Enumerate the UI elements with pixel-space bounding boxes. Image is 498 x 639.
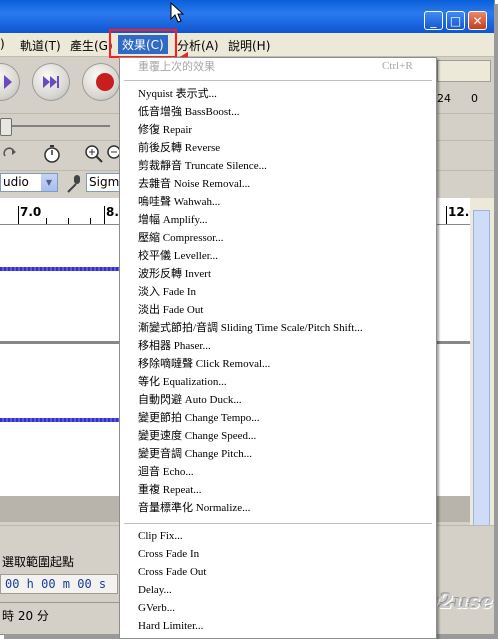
menu-item-repeat-last-effect: 重覆上次的效果 xyxy=(138,61,215,73)
menu-shortcut-repeat: Ctrl+R xyxy=(382,60,413,72)
title-bar: _ □ ✕ xyxy=(0,0,494,33)
menu-item-effect[interactable]: 校平儀 Leveller... xyxy=(138,249,218,263)
menu-item-effect[interactable]: 增幅 Amplify... xyxy=(138,213,208,227)
ruler-tick xyxy=(446,206,447,224)
mouse-cursor-icon xyxy=(170,2,184,23)
maximize-button[interactable]: □ xyxy=(446,11,465,30)
audio-host-value: udio xyxy=(3,175,29,189)
menu-item-effect[interactable]: Nyquist 表示式... xyxy=(138,87,217,101)
menu-item-effect[interactable]: GVerb... xyxy=(138,601,175,615)
menu-separator xyxy=(124,80,432,81)
effects-dropdown-menu: 重覆上次的效果 Ctrl+R Nyquist 表示式... 低音增強 BassBo… xyxy=(119,57,437,639)
menu-item-effect[interactable]: 波形反轉 Invert xyxy=(138,267,211,281)
timer-icon[interactable] xyxy=(42,144,62,164)
window-shadow-right xyxy=(494,4,498,636)
skip-end-icon xyxy=(43,76,59,88)
slider-thumb[interactable] xyxy=(0,118,12,136)
zoom-out-icon[interactable] xyxy=(106,144,120,164)
skip-end-button[interactable] xyxy=(32,63,70,101)
redo-icon[interactable] xyxy=(2,146,18,162)
selection-start-label: 選取範圍起點 xyxy=(2,555,75,569)
play-button[interactable] xyxy=(0,63,20,101)
record-icon xyxy=(96,73,114,91)
ruler-tick xyxy=(104,206,105,224)
menu-item-effect[interactable]: 低音增強 BassBoost... xyxy=(138,105,239,119)
record-button[interactable] xyxy=(82,63,120,101)
menu-item-effect[interactable]: 重複 Repeat... xyxy=(138,483,202,497)
menu-item-effect[interactable]: Cross Fade Out xyxy=(138,565,206,579)
minimize-button[interactable]: _ xyxy=(424,11,443,30)
zoom-in-icon[interactable] xyxy=(84,144,104,164)
waveform-right xyxy=(0,418,120,422)
slider-track xyxy=(0,125,110,127)
waveform-left xyxy=(0,267,120,271)
chevron-down-icon: ▼ xyxy=(41,174,57,191)
menu-item-effect[interactable]: 變更音調 Change Pitch... xyxy=(138,447,252,461)
menu-item-effect[interactable]: 淡出 Fade Out xyxy=(138,303,203,317)
selection-start-time[interactable]: 00 h 00 m 00 s xyxy=(0,574,118,594)
menu-item-effect[interactable]: 自動閃避 Auto Duck... xyxy=(138,393,242,407)
menu-bar: ) 軌道(T) 產生(G) 效果(C) 分析(A) 說明(H) xyxy=(0,33,494,57)
menu-help[interactable]: 說明(H) xyxy=(228,37,270,54)
menu-item-effect[interactable]: 壓縮 Compressor... xyxy=(138,231,224,245)
menu-item-effect[interactable]: Clip Fix... xyxy=(138,529,183,543)
menu-item-effect[interactable]: 音量標準化 Normalize... xyxy=(138,501,250,515)
play-icon xyxy=(4,75,12,89)
menu-item-effect[interactable]: 嗚哇聲 Wahwah... xyxy=(138,195,220,209)
menu-item-effect[interactable]: 變更速度 Change Speed... xyxy=(138,429,256,443)
menu-item-effect[interactable]: 漸變式節拍/音調 Sliding Time Scale/Pitch Shift.… xyxy=(138,321,363,335)
meter-label-left: 24 xyxy=(437,92,451,105)
annotation-highlight-box xyxy=(109,29,177,58)
menu-generate[interactable]: 產生(G) xyxy=(70,37,113,54)
ruler-tick xyxy=(18,206,19,224)
menu-item-effect[interactable]: 等化 Equalization... xyxy=(138,375,227,389)
menu-file-partial[interactable]: ) xyxy=(0,37,5,51)
menu-separator xyxy=(124,523,432,524)
ruler-label-7: 7.0 xyxy=(20,205,42,219)
menu-item-effect[interactable]: 迴音 Echo... xyxy=(138,465,194,479)
close-button[interactable]: ✕ xyxy=(468,11,487,30)
audio-host-select[interactable]: udio ▼ xyxy=(0,173,58,192)
selection-time-value: 00 h 00 m 00 s xyxy=(5,577,107,591)
menu-item-effect[interactable]: Hard Limiter... xyxy=(138,619,203,633)
menu-item-effect[interactable]: Cross Fade In xyxy=(138,547,199,561)
status-text: 時 20 分 xyxy=(2,609,49,623)
menu-item-effect[interactable]: 剪裁靜音 Truncate Silence... xyxy=(138,159,267,173)
menu-item-effect[interactable]: 去雜音 Noise Removal... xyxy=(138,177,250,191)
menu-item-effect[interactable]: 變更節拍 Change Tempo... xyxy=(138,411,260,425)
ruler-tick xyxy=(90,218,91,224)
menu-item-effect[interactable]: 淡入 Fade In xyxy=(138,285,196,299)
microphone-icon xyxy=(67,175,80,193)
ruler-label-8: 8. xyxy=(106,205,119,219)
menu-item-effect[interactable]: 移除嘀噠聲 Click Removal... xyxy=(138,357,270,371)
ruler-tick xyxy=(46,218,47,224)
menu-tracks[interactable]: 軌道(T) xyxy=(20,37,61,54)
menu-item-effect[interactable]: 前後反轉 Reverse xyxy=(138,141,220,155)
input-source-select[interactable]: Sigma xyxy=(86,173,127,192)
meter-label-right: 0 xyxy=(471,92,478,105)
meter-area: 24 0 xyxy=(435,58,493,106)
meter-bar xyxy=(437,60,491,82)
vertical-scroll-thumb[interactable] xyxy=(473,210,490,530)
menu-item-effect[interactable]: Delay... xyxy=(138,583,172,597)
menu-item-effect[interactable]: 移相器 Phaser... xyxy=(138,339,211,353)
ruler-tick xyxy=(68,218,69,224)
menu-item-effect[interactable]: 修復 Repair xyxy=(138,123,192,137)
